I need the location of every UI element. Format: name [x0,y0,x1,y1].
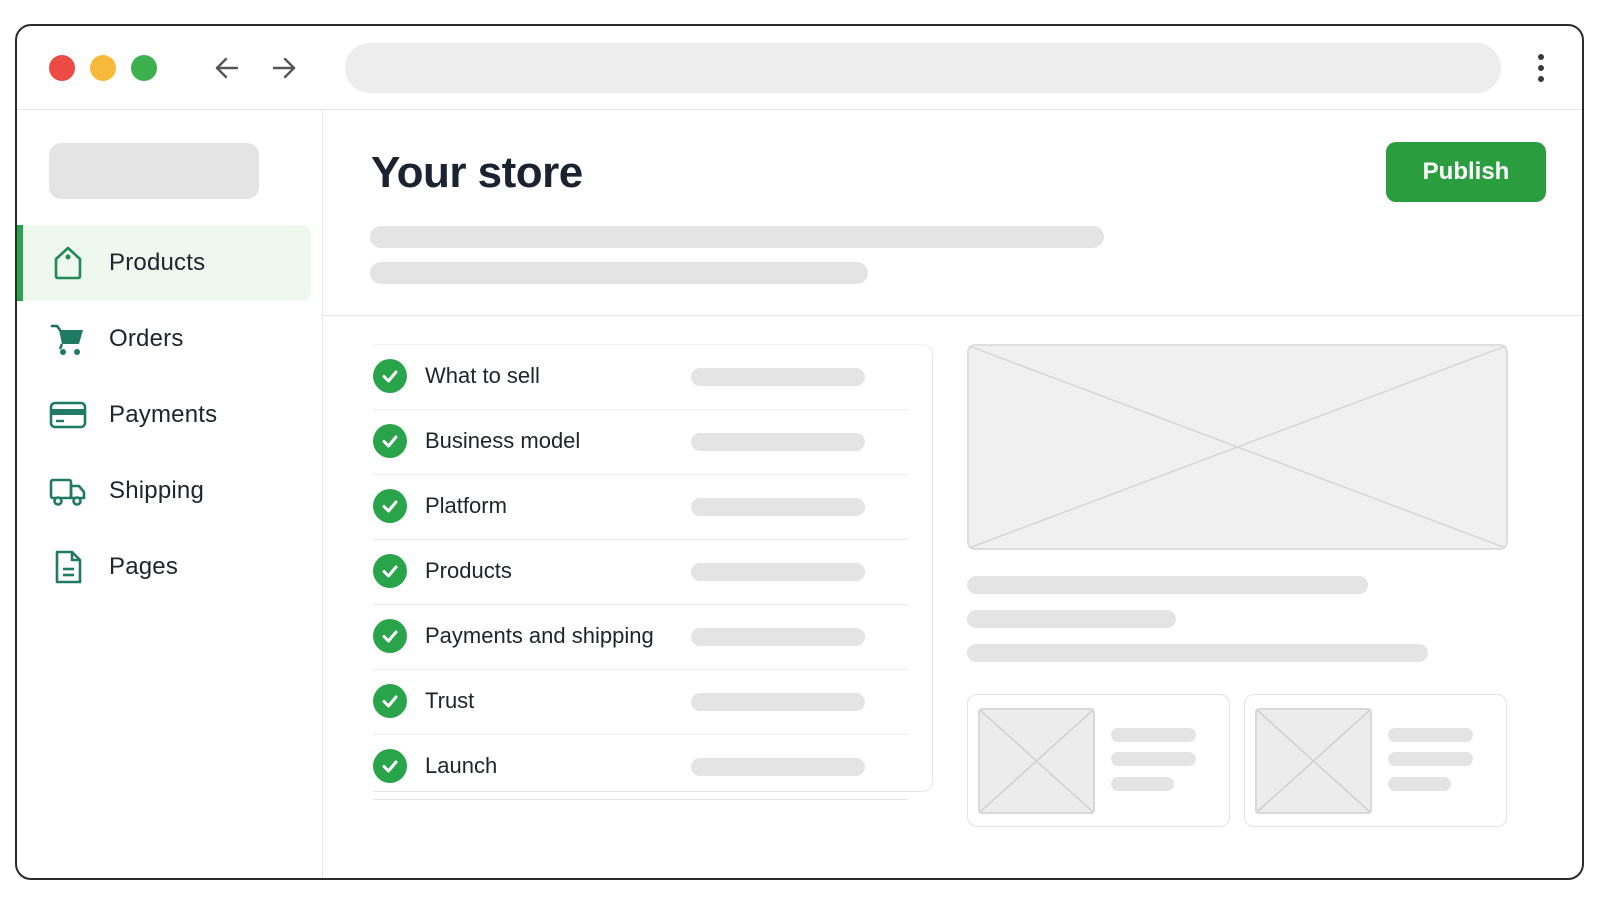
product-image-placeholder [1255,708,1372,814]
checklist-item-label: Launch [425,753,498,778]
preview-text-placeholder [967,610,1176,628]
arrow-left-icon [215,57,239,79]
kebab-dot [1538,65,1544,71]
checklist-item-business-model[interactable]: Business model [373,410,908,475]
product-image-placeholder [978,708,1095,814]
checklist-status-placeholder [691,628,865,646]
check-circle-icon [373,424,407,458]
checklist-item-products[interactable]: Products [373,540,908,605]
cart-icon [49,320,87,358]
sidebar-logo-placeholder [49,143,259,199]
preview-text-placeholder [967,576,1368,594]
checklist-status-placeholder [691,563,865,581]
maximize-window-button[interactable] [131,55,157,81]
check-circle-icon [373,619,407,653]
card-text-placeholder [1111,728,1196,742]
page-title: Your store [371,148,583,197]
sidebar-item-label: Payments [109,401,218,428]
checklist-status-placeholder [691,433,865,451]
subtitle-placeholder-line [370,226,1104,248]
preview-text-placeholder [967,644,1428,662]
minimize-window-button[interactable] [90,55,116,81]
checklist-item-trust[interactable]: Trust [373,670,908,735]
sidebar-item-orders[interactable]: Orders [17,301,311,377]
forward-button[interactable] [264,48,304,88]
checklist-item-label: Business model [425,428,581,453]
main-header: Your store Publish [323,110,1582,316]
checklist-item-label: Platform [425,493,507,518]
card-text-placeholder [1111,752,1196,766]
checklist-item-what-to-sell[interactable]: What to sell [373,345,908,410]
arrow-right-icon [272,57,296,79]
check-circle-icon [373,554,407,588]
browser-titlebar [17,26,1582,110]
checklist-item-label: Trust [425,688,475,713]
browser-menu-button[interactable] [1528,48,1554,88]
sidebar-item-shipping[interactable]: Shipping [17,453,311,529]
checklist-item-payments-and-shipping[interactable]: Payments and shipping [373,605,908,670]
card-text-placeholder [1388,728,1473,742]
sidebar-item-products[interactable]: Products [17,225,311,301]
image-placeholder-icon [969,346,1506,548]
truck-icon [49,472,87,510]
address-bar[interactable] [345,43,1501,93]
checklist-status-placeholder [691,693,865,711]
close-window-button[interactable] [49,55,75,81]
credit-card-icon [49,396,87,434]
checklist-status-placeholder [691,498,865,516]
checklist-item-label: What to sell [425,363,540,388]
image-placeholder-icon [1257,710,1370,812]
checklist-item-platform[interactable]: Platform [373,475,908,540]
checklist-status-placeholder [691,368,865,386]
preview-product-card[interactable] [967,694,1230,827]
card-text-placeholder [1111,777,1174,791]
check-circle-icon [373,684,407,718]
sidebar-item-label: Orders [109,325,184,352]
card-text-placeholder [1388,752,1473,766]
check-circle-icon [373,489,407,523]
kebab-menu-icon [1538,54,1544,60]
checklist-item-launch[interactable]: Launch [373,735,908,800]
sidebar-item-pages[interactable]: Pages [17,529,311,605]
image-placeholder-icon [980,710,1093,812]
publish-button[interactable]: Publish [1386,142,1546,202]
card-text-placeholder [1388,777,1451,791]
kebab-dot [1538,76,1544,82]
back-button[interactable] [207,48,247,88]
shopping-bag-icon [49,244,87,282]
subtitle-placeholder-line [370,262,868,284]
sidebar-item-label: Products [109,249,206,276]
checklist-status-placeholder [691,758,865,776]
sidebar-item-label: Shipping [109,477,205,504]
check-circle-icon [373,749,407,783]
browser-window: Products Orders Payments Shipping Pages … [15,24,1584,880]
preview-product-card[interactable] [1244,694,1507,827]
store-preview-image-placeholder [967,344,1508,550]
document-icon [49,548,87,586]
checklist-item-label: Payments and shipping [425,623,654,648]
setup-checklist: What to sell Business model Platform Pro… [373,344,933,800]
sidebar: Products Orders Payments Shipping Pages [17,110,323,878]
sidebar-item-payments[interactable]: Payments [17,377,311,453]
sidebar-item-label: Pages [109,553,179,580]
check-circle-icon [373,359,407,393]
checklist-item-label: Products [425,558,512,583]
